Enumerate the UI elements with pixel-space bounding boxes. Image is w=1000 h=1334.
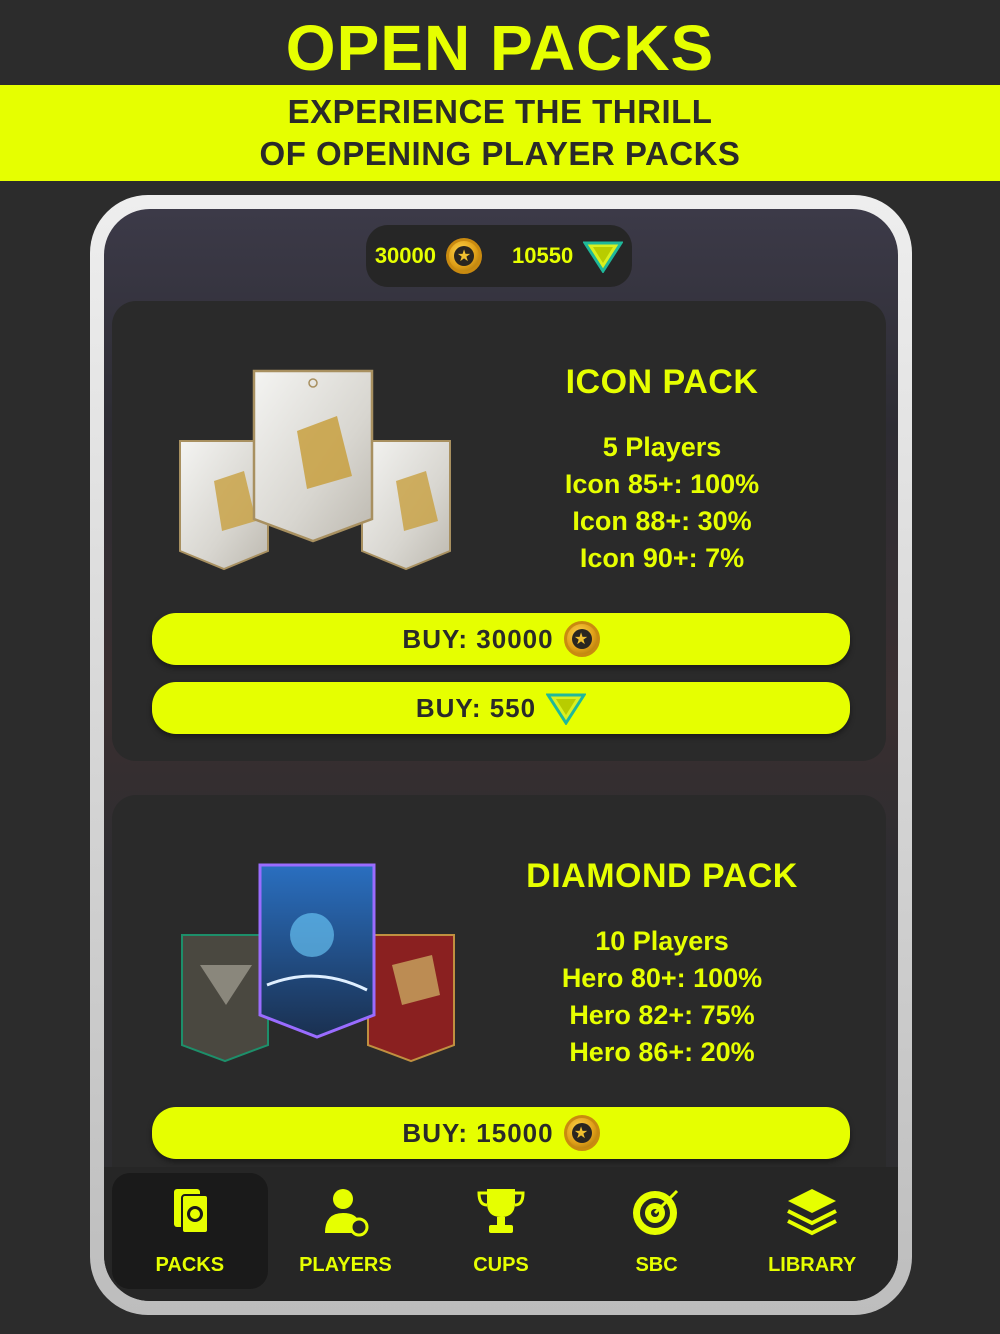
diamond-pack-line: 10 Players (595, 926, 729, 956)
tab-sbc[interactable]: SBC (579, 1173, 735, 1289)
diamond-card-right (367, 934, 455, 1063)
trophy-icon (473, 1183, 529, 1239)
device-frame: 30000 10550 (90, 195, 912, 1315)
icon-pack-line: Icon 88+: 30% (572, 506, 752, 536)
buy-label: BUY: 550 (415, 692, 537, 723)
tab-label: LIBRARY (768, 1254, 857, 1276)
coin-balance: 30000 (374, 243, 436, 268)
tagline-line-2: OF OPENING PLAYER PACKS (259, 135, 741, 172)
gem-icon (545, 691, 587, 726)
icon-pack-artwork (172, 361, 472, 571)
buy-diamond-pack-coins-button[interactable]: BUY: 15000 (152, 1107, 850, 1159)
gem-icon (582, 239, 624, 274)
packs-icon (162, 1183, 218, 1239)
page-headline: OPEN PACKS (285, 12, 715, 84)
diamond-pack-line: Hero 80+: 100% (561, 963, 763, 993)
tab-label: SBC (635, 1254, 678, 1276)
diamond-card-left (181, 934, 269, 1063)
coin-icon (563, 621, 600, 657)
target-icon (629, 1183, 685, 1239)
icon-pack-line: Icon 90+: 7% (579, 543, 745, 573)
diamond-pack-card: DIAMOND PACK 10 Players Hero 80+: 100% H… (112, 795, 886, 1215)
diamond-pack-title: DIAMOND PACK (526, 857, 798, 895)
diamond-pack-line: Hero 82+: 75% (569, 1000, 755, 1030)
diamond-pack-details: 10 Players Hero 80+: 100% Hero 82+: 75% … (512, 923, 812, 1071)
coin-icon (563, 1115, 600, 1151)
buy-label: BUY: 30000 (402, 623, 554, 654)
tab-packs[interactable]: PACKS (112, 1173, 268, 1289)
diamond-pack-artwork (172, 855, 472, 1065)
buy-label: BUY: 15000 (402, 1117, 554, 1148)
tagline-band: EXPERIENCE THE THRILL OF OPENING PLAYER … (0, 85, 1000, 181)
icon-pack-title: ICON PACK (565, 363, 759, 401)
diamond-card-center (258, 863, 376, 1039)
layers-icon (784, 1183, 840, 1239)
gem-balance: 10550 (512, 243, 574, 268)
tab-cups[interactable]: CUPS (423, 1173, 579, 1289)
icon-pack-line: Icon 85+: 100% (564, 469, 760, 499)
tagline-line-1: EXPERIENCE THE THRILL (287, 93, 713, 130)
tab-library[interactable]: LIBRARY (734, 1173, 890, 1289)
diamond-pack-line: Hero 86+: 20% (569, 1037, 755, 1067)
currency-bar: 30000 10550 (366, 225, 632, 287)
coin-icon (446, 238, 482, 274)
icon-pack-details: 5 Players Icon 85+: 100% Icon 88+: 30% I… (512, 429, 812, 577)
tab-label: PLAYERS (299, 1254, 392, 1276)
app-screen: 30000 10550 (104, 209, 898, 1301)
bottom-tab-bar: PACKS PLAYERS CUPS SBC LIBRARY (104, 1167, 898, 1301)
players-icon (317, 1183, 373, 1239)
buy-icon-pack-gems-button[interactable]: BUY: 550 (152, 682, 850, 734)
buy-icon-pack-coins-button[interactable]: BUY: 30000 (152, 613, 850, 665)
icon-pack-line: 5 Players (602, 432, 722, 462)
tab-players[interactable]: PLAYERS (268, 1173, 424, 1289)
icon-card-center (252, 369, 374, 543)
tab-label: CUPS (473, 1254, 529, 1276)
tab-label: PACKS (155, 1254, 225, 1276)
icon-pack-card: ICON PACK 5 Players Icon 85+: 100% Icon … (112, 301, 886, 761)
icon-card-right (361, 440, 451, 571)
